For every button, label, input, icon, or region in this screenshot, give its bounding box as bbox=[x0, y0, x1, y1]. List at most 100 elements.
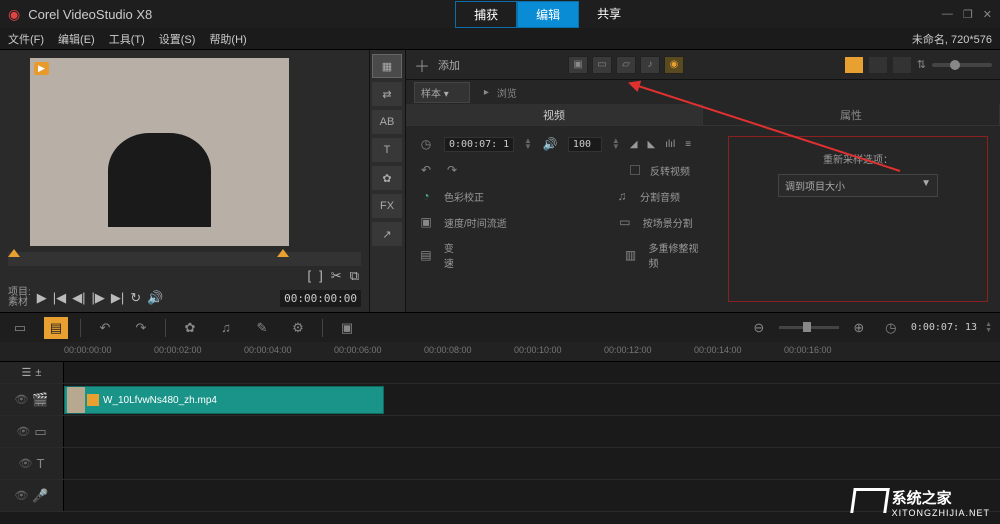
zoom-out-button[interactable]: ⊖ bbox=[747, 317, 771, 339]
tool-4-icon[interactable]: ⚙ bbox=[286, 317, 310, 339]
tool-2-icon[interactable]: ♫ bbox=[214, 317, 238, 339]
visibility-icon[interactable]: 👁 bbox=[19, 457, 33, 470]
menu-settings[interactable]: 设置(S) bbox=[159, 31, 196, 47]
zoom-in-button[interactable]: ⊕ bbox=[847, 317, 871, 339]
duration-field[interactable] bbox=[444, 137, 514, 152]
prev-frame-button[interactable]: ◀| bbox=[72, 290, 85, 306]
color-correct-icon[interactable]: ◔ bbox=[418, 188, 434, 204]
tab-capture[interactable]: 捕获 bbox=[455, 1, 517, 28]
preview-mode-clip[interactable]: 素材 bbox=[8, 298, 31, 308]
title-track-header[interactable]: 👁 T bbox=[0, 448, 64, 479]
filter-folder-icon[interactable]: ▣ bbox=[568, 56, 588, 74]
tracks-expand-icon[interactable]: ☰ bbox=[22, 366, 32, 379]
close-icon[interactable]: ✕ bbox=[983, 8, 992, 21]
speed-label[interactable]: 速度/时间流逝 bbox=[444, 215, 507, 230]
visibility-icon[interactable]: 👁 bbox=[16, 425, 30, 438]
lib-title-icon[interactable]: AB bbox=[372, 110, 402, 134]
mark-in-handle[interactable] bbox=[8, 249, 20, 257]
timecode-spin[interactable]: ▲▼ bbox=[985, 322, 992, 334]
voice-track-header[interactable]: 👁 🎤 bbox=[0, 480, 64, 511]
thumb-size-slider[interactable] bbox=[932, 63, 992, 67]
expand-icon[interactable]: ⧉ bbox=[350, 268, 359, 284]
split-audio-label[interactable]: 分割音频 bbox=[640, 189, 680, 204]
timeline-ruler[interactable]: 00:00:00:00 00:00:02:00 00:00:04:00 00:0… bbox=[0, 342, 1000, 362]
varspeed-label[interactable]: 变速 bbox=[444, 240, 464, 270]
reverse-checkbox[interactable] bbox=[630, 165, 640, 175]
menu-help[interactable]: 帮助(H) bbox=[209, 31, 246, 47]
filter-video-icon[interactable]: ▭ bbox=[592, 56, 612, 74]
rotate-right-icon[interactable]: ↷ bbox=[444, 162, 460, 178]
mute-button[interactable]: 🔊 bbox=[147, 290, 163, 306]
split-audio-icon[interactable]: ♫ bbox=[614, 188, 630, 204]
go-end-button[interactable]: ▶| bbox=[111, 290, 124, 306]
menu-edit[interactable]: 编辑(E) bbox=[58, 31, 95, 47]
resample-select[interactable]: 调到项目大小 ▼ bbox=[778, 174, 938, 197]
undo-button[interactable]: ↶ bbox=[93, 317, 117, 339]
tool-3-icon[interactable]: ✎ bbox=[250, 317, 274, 339]
view-detail-icon[interactable] bbox=[893, 57, 911, 73]
visibility-icon[interactable]: 👁 bbox=[14, 489, 28, 502]
library-combo[interactable]: 样本 ▾ bbox=[414, 82, 470, 103]
more-audio-icon[interactable]: ≡ bbox=[685, 139, 691, 150]
filter-misc-icon[interactable]: ◉ bbox=[664, 56, 684, 74]
fade-in-icon[interactable]: ◢ bbox=[630, 139, 638, 150]
go-start-button[interactable]: |◀ bbox=[53, 290, 66, 306]
minimize-icon[interactable]: — bbox=[942, 8, 953, 21]
tab-video-options[interactable]: 视频 bbox=[406, 104, 703, 125]
scrub-bar[interactable] bbox=[8, 252, 361, 266]
volume-field[interactable] bbox=[568, 137, 602, 152]
varspeed-icon[interactable]: ▤ bbox=[418, 247, 434, 263]
filter-photo-icon[interactable]: ▱ bbox=[616, 56, 636, 74]
video-track-header[interactable]: 👁 🎬 bbox=[0, 384, 64, 415]
zoom-fit-button[interactable]: ◷ bbox=[879, 317, 903, 339]
eq-icon[interactable]: ılıl bbox=[665, 139, 675, 150]
view-thumb-icon[interactable] bbox=[845, 57, 863, 73]
restore-icon[interactable]: ❐ bbox=[963, 8, 973, 21]
visibility-icon[interactable]: 👁 bbox=[14, 393, 28, 406]
lib-filter-icon[interactable]: FX bbox=[372, 194, 402, 218]
timeline-view-button[interactable]: ▤ bbox=[44, 317, 68, 339]
volume-spin[interactable]: ▲▼ bbox=[612, 138, 620, 150]
loop-button[interactable]: ↻ bbox=[130, 290, 141, 306]
lib-path-icon[interactable]: ↗ bbox=[372, 222, 402, 246]
tracks-collapse-icon[interactable]: ± bbox=[35, 367, 41, 379]
duration-spin[interactable]: ▲▼ bbox=[524, 138, 532, 150]
tool-5-icon[interactable]: ▣ bbox=[335, 317, 359, 339]
mark-out-handle[interactable] bbox=[277, 249, 289, 257]
add-folder-button[interactable]: ＋ bbox=[414, 53, 430, 77]
bracket-out-icon[interactable]: ] bbox=[319, 268, 323, 284]
filter-audio-icon[interactable]: ♪ bbox=[640, 56, 660, 74]
storyboard-view-button[interactable]: ▭ bbox=[8, 317, 32, 339]
track-header-toggle[interactable]: ☰ ± bbox=[0, 362, 64, 383]
tab-edit[interactable]: 编辑 bbox=[517, 1, 579, 28]
redo-button[interactable]: ↷ bbox=[129, 317, 153, 339]
browse-label[interactable]: 浏览 bbox=[497, 85, 517, 100]
color-correct-label[interactable]: 色彩校正 bbox=[444, 189, 484, 204]
multitrim-label[interactable]: 多重修整视频 bbox=[648, 240, 708, 270]
tool-1-icon[interactable]: ✿ bbox=[178, 317, 202, 339]
preview-timecode[interactable]: 00:00:00:00 bbox=[280, 290, 361, 307]
preview-video[interactable]: ▶ bbox=[30, 58, 289, 246]
fade-out-icon[interactable]: ◣ bbox=[648, 139, 656, 150]
rotate-left-icon[interactable]: ↶ bbox=[418, 162, 434, 178]
tab-share[interactable]: 共享 bbox=[579, 1, 639, 28]
lib-media-icon[interactable]: ▦ bbox=[372, 54, 402, 78]
lib-graphic-icon[interactable]: ✿ bbox=[372, 166, 402, 190]
scene-split-icon[interactable]: ▭ bbox=[617, 214, 633, 230]
scene-split-label[interactable]: 按场景分割 bbox=[643, 215, 693, 230]
overlay-track-header[interactable]: 👁 ▭ bbox=[0, 416, 64, 447]
multitrim-icon[interactable]: ▥ bbox=[623, 247, 639, 263]
lib-transition-icon[interactable]: ⇄ bbox=[372, 82, 402, 106]
sort-icon[interactable]: ⇅ bbox=[917, 58, 926, 71]
cut-icon[interactable]: ✂ bbox=[331, 268, 342, 284]
menu-file[interactable]: 文件(F) bbox=[8, 31, 44, 47]
menu-tools[interactable]: 工具(T) bbox=[109, 31, 145, 47]
lib-text-icon[interactable]: T bbox=[372, 138, 402, 162]
bracket-in-icon[interactable]: [ bbox=[308, 268, 312, 284]
next-frame-button[interactable]: |▶ bbox=[92, 290, 105, 306]
view-list-icon[interactable] bbox=[869, 57, 887, 73]
speed-icon[interactable]: ▣ bbox=[418, 214, 434, 230]
timeline-clip[interactable]: W_10LfvwNs480_zh.mp4 bbox=[64, 386, 384, 414]
play-button[interactable]: ▶ bbox=[37, 290, 47, 306]
zoom-slider[interactable] bbox=[779, 326, 839, 329]
